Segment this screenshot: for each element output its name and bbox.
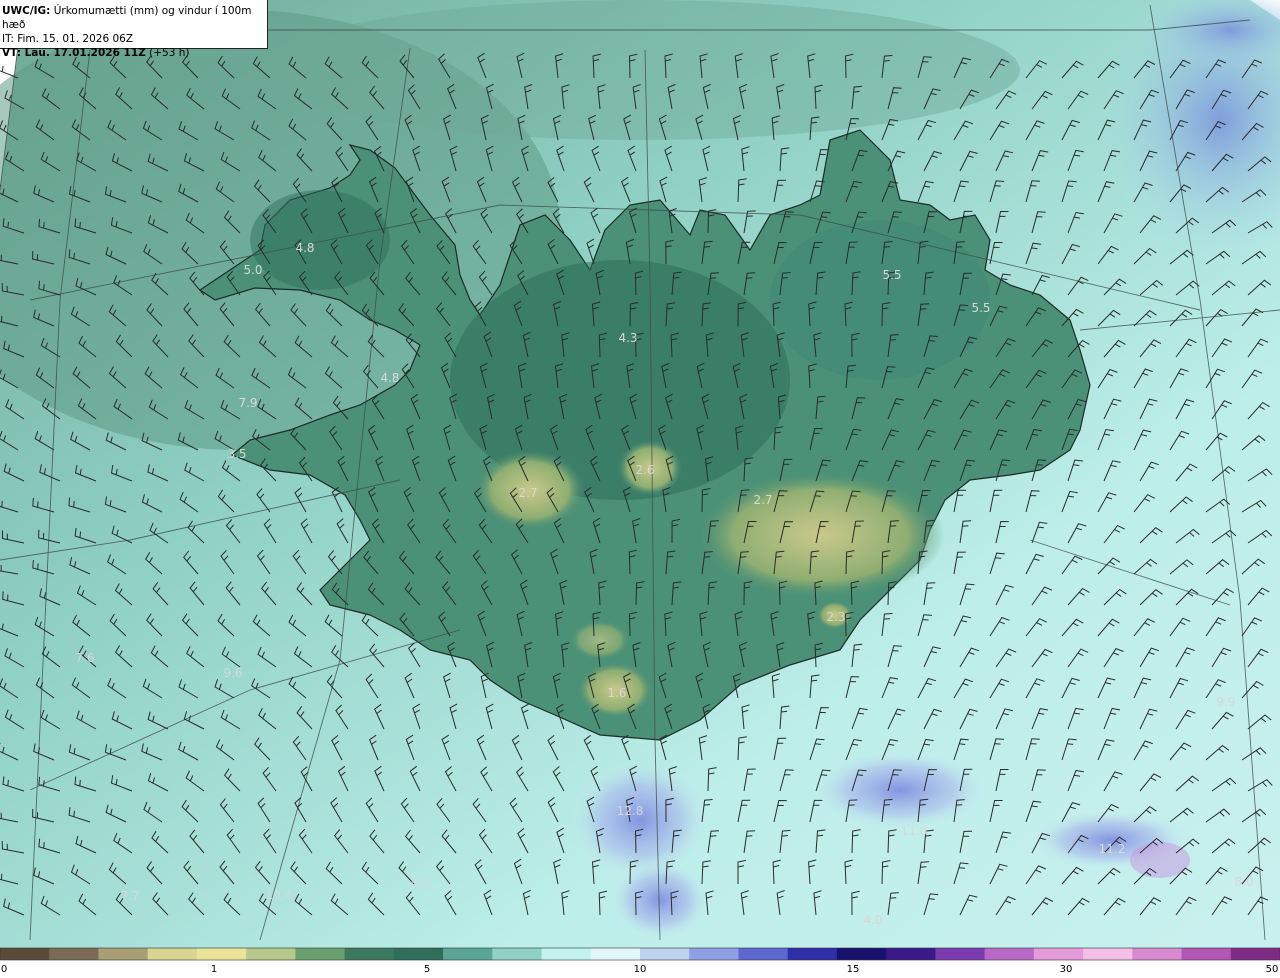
colorbar-tick-label: 1 <box>210 964 218 975</box>
colorbar-tick-label: 50 <box>1265 964 1279 975</box>
colorbar-tick-label: 30 <box>1059 964 1073 975</box>
field-value-label: 11.0 <box>901 824 928 838</box>
field-value-label: 2.7 <box>753 493 772 507</box>
field-value-label: 5.5 <box>882 268 901 282</box>
colorbar <box>0 947 1280 961</box>
colorbar-cell <box>1132 948 1183 960</box>
colorbar-tick-label: 15 <box>846 964 860 975</box>
colorbar-cell <box>640 948 690 960</box>
colorbar-cell <box>689 948 739 960</box>
colorbar-cell <box>1181 948 1232 960</box>
field-value-label: 8.0 <box>1234 875 1253 889</box>
colorbar-cell <box>0 948 50 960</box>
colorbar-cell <box>935 948 986 960</box>
precip-south-1 <box>570 760 710 880</box>
colorbar-cell <box>787 948 838 960</box>
colorbar-cell <box>295 948 346 960</box>
field-value-label: 2.7 <box>518 486 537 500</box>
colorbar-cell <box>1230 948 1280 960</box>
colorbar-cell <box>738 948 789 960</box>
field-value-label: 2.3 <box>826 610 845 624</box>
colorbar-cell <box>541 948 592 960</box>
map-header: UWC/IG: Úrkomumætti (mm) og vindur í 100… <box>0 0 268 59</box>
colorbar-cell <box>344 948 395 960</box>
colorbar-cell <box>836 948 887 960</box>
field-value-label: 9.6 <box>223 666 242 680</box>
colorbar-tick-label: 10 <box>633 964 647 975</box>
field-value-label: 4.0 <box>863 913 882 927</box>
colorbar-cell <box>1083 948 1133 960</box>
map-area[interactable]: 4.8 5.0 4.8 7.9 3.5 2.7 4.3 2.6 2.7 5.5 5.5 2.3 1.6 7… <box>0 0 1280 978</box>
land-dark-westfjords <box>250 190 390 290</box>
glacier-eyjafjallajokull <box>570 620 630 660</box>
ocean-shade-n <box>260 0 1020 140</box>
colorbar-cell <box>443 948 493 960</box>
field-value-label: 8.1 <box>410 876 429 890</box>
colorbar-cell <box>246 948 296 960</box>
field-value-label: 5.5 <box>971 301 990 315</box>
field-value-label: 3.5 <box>227 447 246 461</box>
colorbar-tick-label: 0 <box>0 964 8 975</box>
field-value-label: 11.2 <box>1099 842 1126 856</box>
colorbar-cell <box>196 948 247 960</box>
valid-time: VT: Lau. 17.01.2026 11Z <box>2 47 146 59</box>
init-time: IT: Fim. 15. 01. 2026 06Z <box>2 33 134 45</box>
field-value-label: 4.8 <box>380 371 399 385</box>
precip-south-2 <box>810 750 990 830</box>
field-value-label: 12.8 <box>617 804 644 818</box>
colorbar-tick-label: 5 <box>423 964 431 975</box>
field-value-label: 2.6 <box>635 463 654 477</box>
colorbar-cell <box>147 948 198 960</box>
glacier-vatnajokull <box>695 470 945 600</box>
product-label: UWC/IG: <box>2 5 51 17</box>
field-value-label: 10.4 <box>266 888 293 902</box>
field-value-label: 4.3 <box>618 331 637 345</box>
colorbar-cell <box>1033 948 1084 960</box>
field-value-label: 7.6 <box>75 651 94 665</box>
colorbar-cell <box>49 948 99 960</box>
colorbar-cell <box>492 948 543 960</box>
colorbar-cell <box>590 948 641 960</box>
field-value-label: 7.7 <box>120 889 139 903</box>
field-value-label: 9.9 <box>1216 695 1235 709</box>
field-value-label: 7.9 <box>238 396 257 410</box>
colorbar-cell <box>393 948 444 960</box>
field-value-label: 1.6 <box>607 686 626 700</box>
colorbar-cell <box>98 948 149 960</box>
forecast-map: 4.8 5.0 4.8 7.9 3.5 2.7 4.3 2.6 2.7 5.5 5.5 2.3 1.6 7… <box>0 0 1280 978</box>
colorbar-cell <box>984 948 1035 960</box>
lead-time: (+53 h) <box>149 47 190 59</box>
field-value-label: 4.8 <box>295 241 314 255</box>
colorbar-cell <box>886 948 936 960</box>
field-value-label: 5.0 <box>243 263 262 277</box>
